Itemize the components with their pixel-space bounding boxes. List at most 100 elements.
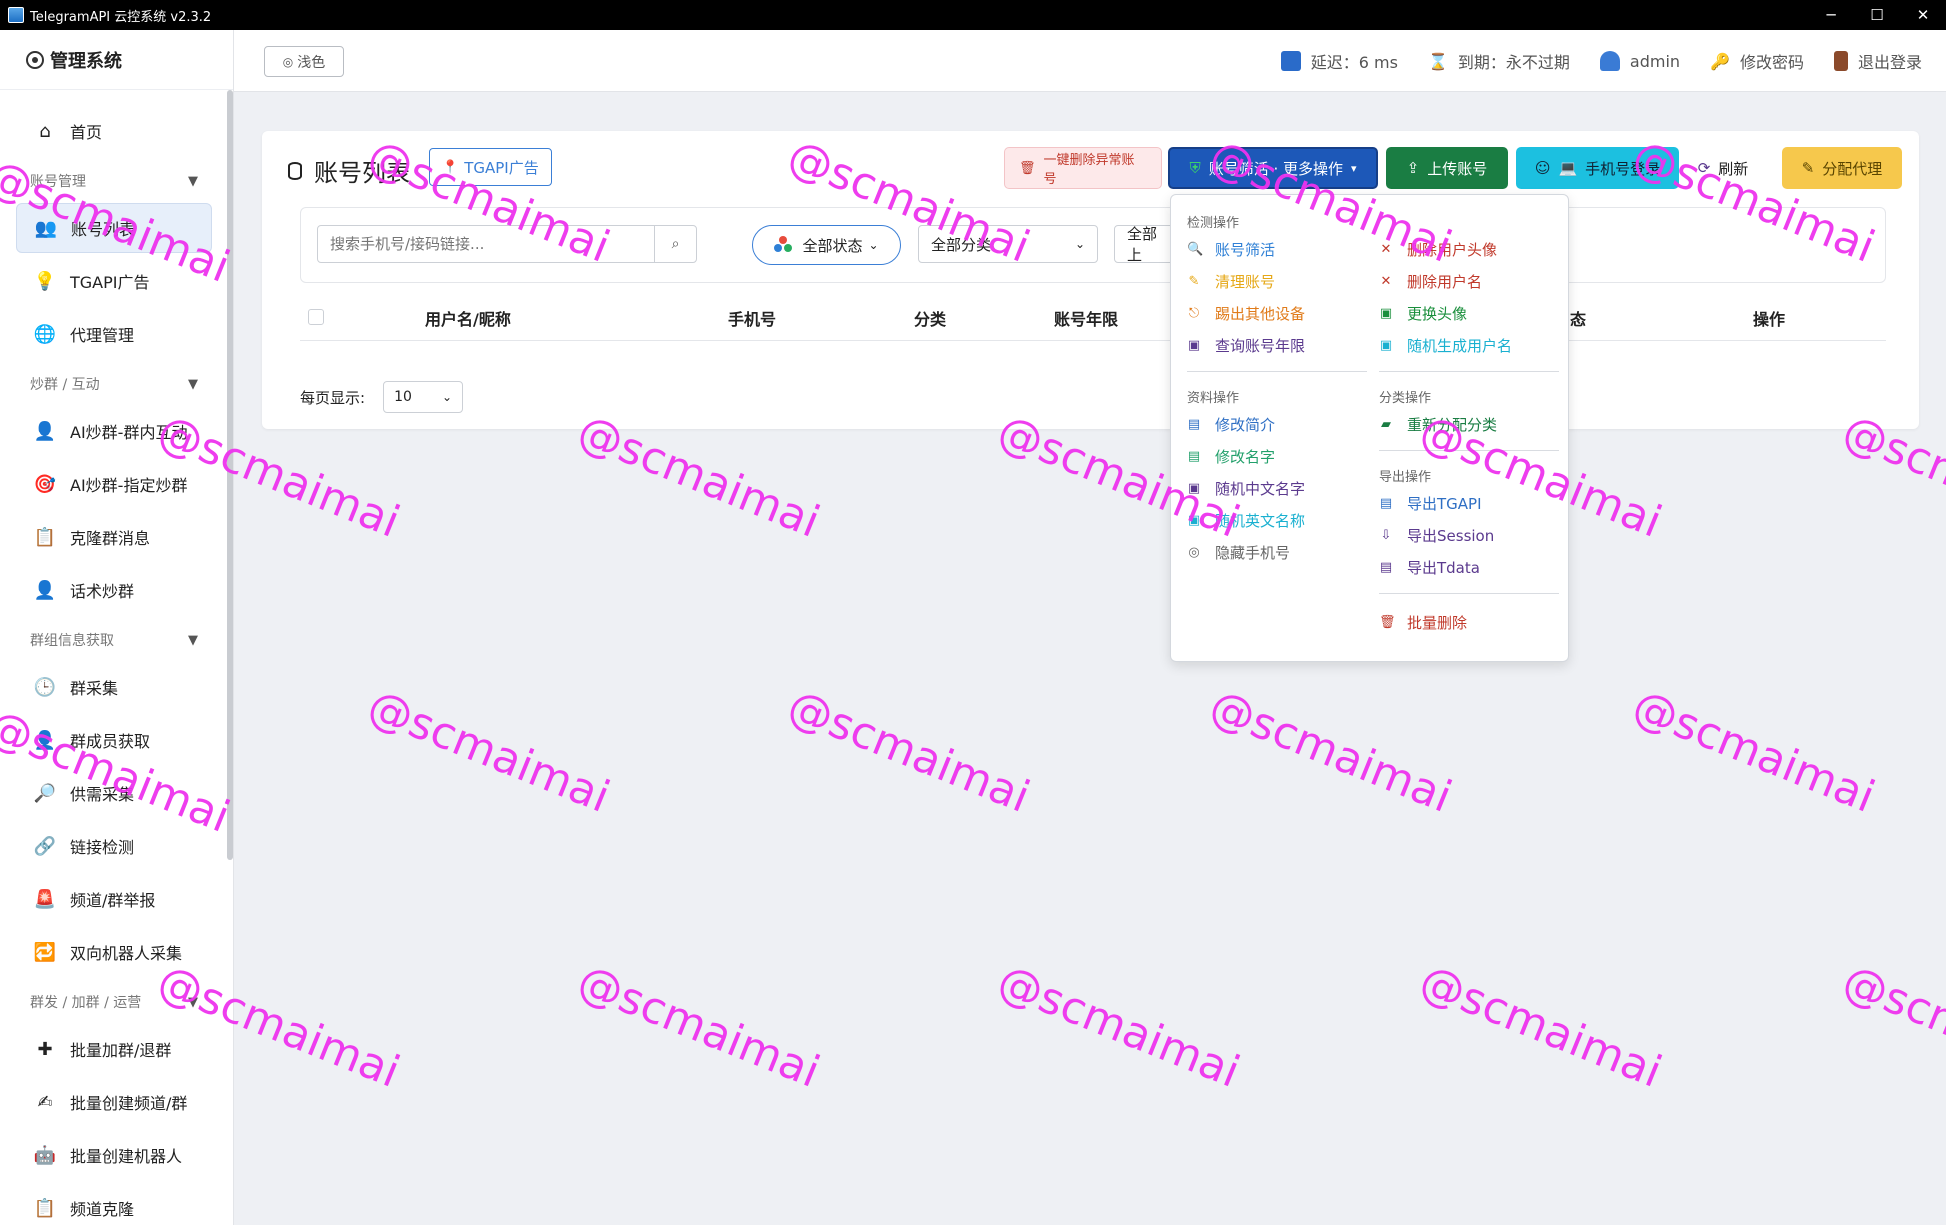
sidebar-item[interactable]: 📋 频道克隆 [16,1183,212,1225]
assign-proxy-button[interactable]: ✎ 分配代理 [1782,147,1902,189]
upload-account-button[interactable]: ⇪ 上传账号 [1386,147,1508,189]
col-actions: 操作 [1753,310,1786,329]
status-filter[interactable]: 全部状态 ⌄ [752,225,901,265]
magnifier-icon: 🔎 [33,782,57,804]
sidebar-item[interactable]: 🔗 链接检测 [16,821,212,871]
page-size-control: 每页显示: 10 ⌄ [300,381,464,413]
refresh-button[interactable]: ⟳ 刷新 [1687,147,1759,189]
page-size-select[interactable]: 10 ⌄ [383,381,464,413]
sidebar: 管理系统 ⌂ 首页 账号管理 ▼ 👥 账号列表 💡 TGAPI广告 🌐 代理管理 炒群 / 互动 ▼ 👤… [0,30,234,1225]
sidebar-item[interactable]: ⌂ 首页 [16,106,212,156]
menu-item-icon: ▣ [1187,480,1201,496]
maximize-icon[interactable]: ☐ [1854,0,1900,30]
sidebar-group-header[interactable]: 群发 / 加群 / 运营 ▼ [0,980,228,1024]
dropdown-divider [1187,371,1367,372]
dropdown-item[interactable]: ▤ 修改简介 [1187,408,1367,440]
status-dots-icon [774,236,793,254]
watermark-text: @scmaimai [1412,955,1669,1098]
dropdown-item[interactable]: ✕ 删除用户头像 [1379,233,1559,265]
sidebar-item[interactable]: 🔎 供需采集 [16,768,212,818]
dropdown-item-label: 导出Tdata [1407,558,1480,577]
category-filter[interactable]: 全部分类 ⌄ [918,225,1098,263]
sidebar-item-label: AI炒群-群内互动 [70,423,188,442]
upload-filter[interactable]: 全部上 [1114,225,1174,264]
sidebar-item[interactable]: 🎯 AI炒群-指定炒群 [16,459,212,509]
dropdown-item-label: 导出TGAPI [1407,494,1482,513]
dropdown-item-label: 重新分配分类 [1407,415,1498,434]
sidebar-group-header[interactable]: 账号管理 ▼ [0,159,228,203]
change-password-link[interactable]: 🔑 修改密码 [1710,49,1804,73]
dropdown-section-title: 检测操作 [1187,215,1240,231]
dropdown-item[interactable]: ▤ 修改名字 [1187,440,1367,472]
menu-item-icon: 🗑 [1379,614,1396,630]
sidebar-item[interactable]: 🤖 批量创建机器人 [16,1130,212,1180]
caret-down-icon: ▾ [1351,161,1357,175]
search-input[interactable] [318,226,654,262]
sidebar-item[interactable]: ✚ 批量加群/退群 [16,1024,212,1074]
delete-abnormal-button[interactable]: 🗑 一键删除异常账号 [1004,147,1162,189]
sidebar-item[interactable]: 👤 AI炒群-群内互动 [16,406,212,456]
sidebar-item[interactable]: ✍ 批量创建频道/群 [16,1077,212,1127]
sidebar-group-label: 群发 / 加群 / 运营 [30,995,142,1011]
caret-down-icon: ▼ [188,632,198,648]
sidebar-item[interactable]: 👤 话术炒群 [16,565,212,615]
menu-item-icon: ▤ [1187,416,1201,432]
dropdown-item[interactable]: ▤ 导出Tdata [1379,551,1559,583]
more-actions-dropdown: 检测操作 🔍 账号筛活 ✎ 清理账号 ⎋ 踢出其他设备 ▣ 查询账号年限 资料操作 ▤ 修改简介 ▤ 修改… [1170,194,1569,662]
dropdown-item[interactable]: ✎ 清理账号 [1187,265,1367,297]
sidebar-item[interactable]: 🔁 双向机器人采集 [16,927,212,977]
tgapi-ad-label: TGAPI广告 [464,158,539,177]
phone-login-button[interactable]: ☺ 💻 手机号登录 [1516,147,1679,189]
brand-title: 管理系统 [50,50,122,72]
dropdown-item[interactable]: ▣ 随机生成用户名 [1379,329,1559,361]
dropdown-item-label: 踢出其他设备 [1215,304,1306,323]
search-button[interactable]: ⌕ [654,226,696,262]
theme-toggle-button[interactable]: ◎ 浅色 [264,46,344,77]
sidebar-item[interactable]: 👤 群成员获取 [16,715,212,765]
sidebar-item[interactable]: 📋 克隆群消息 [16,512,212,562]
search-box: ⌕ [317,225,697,263]
dropdown-item[interactable]: ▣ 更换头像 [1379,297,1559,329]
logout-label: 退出登录 [1857,53,1922,72]
sidebar-group-header[interactable]: 炒群 / 互动 ▼ [0,362,228,406]
watermark-text: @scmaimai [1625,680,1882,823]
username: admin [1629,51,1681,71]
dropdown-item[interactable]: ✕ 删除用户名 [1379,265,1559,297]
sidebar-group-label: 账号管理 [30,174,86,190]
sidebar-item[interactable]: 🌐 代理管理 [16,309,212,359]
sidebar-item[interactable]: 💡 TGAPI广告 [16,256,212,306]
logout-link[interactable]: 退出登录 [1833,49,1922,73]
minimize-icon[interactable]: ─ [1808,0,1854,30]
dropdown-item-label: 批量删除 [1407,613,1468,632]
sidebar-group-header[interactable]: 群组信息获取 ▼ [0,618,228,662]
dropdown-item[interactable]: ⎋ 踢出其他设备 [1187,297,1367,329]
status-filter-label: 全部状态 [802,236,863,255]
dropdown-item[interactable]: ◎ 隐藏手机号 [1187,536,1367,568]
dropdown-item[interactable]: ⇩ 导出Session [1379,519,1559,551]
tgapi-ad-button[interactable]: 📍 TGAPI广告 [429,148,552,186]
top-header: ◎ 浅色 延迟：6 ms ⌛ 到期：永不过期 admin 🔑 修改密码 退出登录 [234,30,1946,92]
dropdown-item[interactable]: ▤ 导出TGAPI [1379,487,1559,519]
select-all-checkbox[interactable] [308,309,324,325]
link-icon: 🔗 [33,835,57,857]
dropdown-item[interactable]: ▣ 随机英文名称 [1187,504,1367,536]
header-status: 延迟：6 ms ⌛ 到期：永不过期 admin 🔑 修改密码 退出登录 [1280,30,1922,92]
sidebar-item-label: 话术炒群 [70,582,135,601]
sidebar-item[interactable]: 🕒 群采集 [16,662,212,712]
sidebar-item[interactable]: 👥 账号列表 [16,203,212,253]
menu-item-icon: ✕ [1380,273,1392,289]
sidebar-item-label: TGAPI广告 [70,273,150,292]
filter-more-button[interactable]: ⛨ 账号筛活 · 更多操作 ▾ [1168,147,1378,189]
sidebar-item[interactable]: 🚨 频道/群举报 [16,874,212,924]
dropdown-item[interactable]: ▰ 重新分配分类 [1379,408,1559,440]
user-menu[interactable]: admin [1599,51,1681,71]
close-icon[interactable]: ✕ [1900,0,1946,30]
dropdown-item[interactable]: 🗑 批量删除 [1379,606,1559,638]
dropdown-item[interactable]: ▣ 查询账号年限 [1187,329,1367,361]
dropdown-item[interactable]: ▣ 随机中文名字 [1187,472,1367,504]
dropdown-item[interactable]: 🔍 账号筛活 [1187,233,1367,265]
col-account-age: 账号年限 [1054,310,1119,329]
chevron-down-icon: ⌄ [868,238,879,252]
sidebar-item-label: 批量创建机器人 [70,1147,183,1166]
watermark-text: @scmaimai [1202,680,1459,823]
